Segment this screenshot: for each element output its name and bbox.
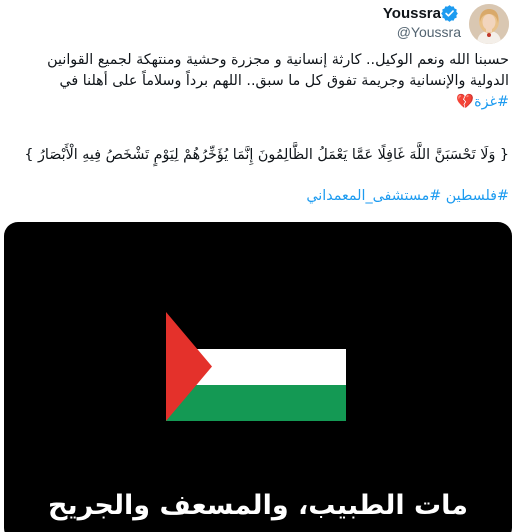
author-names: Youssra @Youssra xyxy=(383,4,461,41)
tweet-line-3: #غزة💔 xyxy=(9,92,509,113)
author-avatar[interactable] xyxy=(469,4,509,44)
tweet-body: حسبنا الله ونعم الوكيل.. كارثة إنسانية و… xyxy=(9,50,509,113)
tweet-header: Youssra @Youssra xyxy=(383,4,509,44)
broken-heart-icon: 💔 xyxy=(456,94,475,110)
author-display-name[interactable]: Youssra xyxy=(383,5,441,22)
hashtag-palestine[interactable]: #فلسطين xyxy=(446,188,509,204)
tweet-line-1: حسبنا الله ونعم الوكيل.. كارثة إنسانية و… xyxy=(47,52,509,68)
user-avatar-photo-icon xyxy=(469,4,509,44)
quran-verse: { وَلَا تَحْسَبَنَّ اللَّهَ غَافِلًا عَم… xyxy=(24,147,509,163)
palestine-flag-icon xyxy=(166,312,346,421)
hashtags-row: #فلسطين #مستشفى_المعمداني xyxy=(9,185,509,207)
tweet-line-2: الدولية والإنسانية وجريمة تفوق كل ما سبق… xyxy=(59,73,509,89)
media-caption: مات الطبيب، والمسعف والجريح xyxy=(48,490,468,521)
hashtag-gaza[interactable]: #غزة xyxy=(474,94,509,110)
tweet-media[interactable]: مات الطبيب، والمسعف والجريح xyxy=(4,222,512,532)
hashtag-baptist-hospital[interactable]: #مستشفى_المعمداني xyxy=(306,188,441,204)
verified-badge-icon[interactable] xyxy=(441,4,458,22)
name-row: Youssra xyxy=(383,4,461,22)
author-handle[interactable]: @Youssra xyxy=(397,24,461,40)
